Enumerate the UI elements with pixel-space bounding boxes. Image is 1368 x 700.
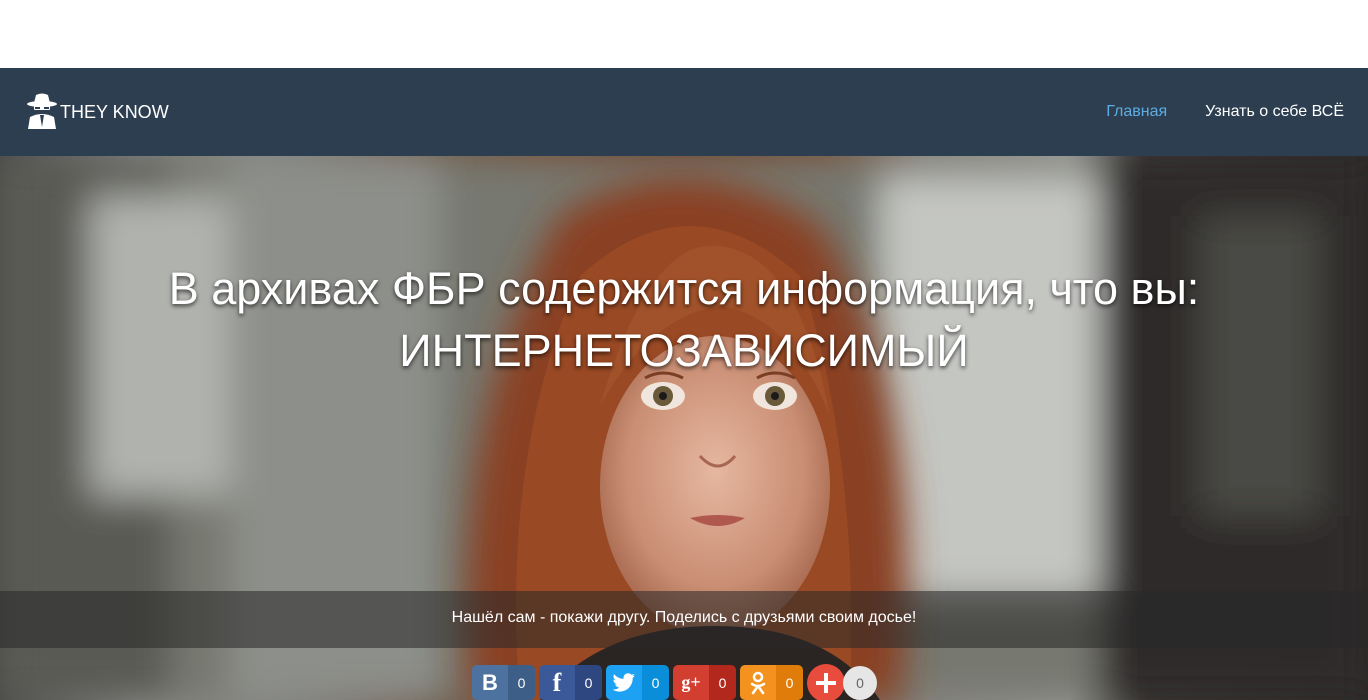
share-count-vkontakte: 0 xyxy=(508,665,535,700)
share-button-facebook[interactable]: f 0 xyxy=(539,665,602,700)
share-count-twitter: 0 xyxy=(642,665,669,700)
hero-section: В архивах ФБР содержится информация, что… xyxy=(0,156,1368,700)
nav-menu: Главная Узнать о себе ВСЁ xyxy=(1068,68,1344,156)
brand-link[interactable]: THEY KNOW xyxy=(26,86,169,138)
share-count-google-plus: 0 xyxy=(709,665,736,700)
share-more-count: 0 xyxy=(843,665,877,700)
share-caption-bar: Нашёл сам - покажи другу. Поделись с дру… xyxy=(0,591,1368,648)
share-button-vkontakte[interactable]: В 0 xyxy=(472,665,535,700)
plus-icon xyxy=(807,663,845,700)
odnoklassniki-icon xyxy=(740,665,776,700)
vk-icon: В xyxy=(472,665,508,700)
facebook-icon: f xyxy=(539,665,575,700)
nav-link-learn-about-yourself[interactable]: Узнать о себе ВСЁ xyxy=(1205,103,1344,121)
hero-headline-verdict: ИНТЕРНЕТОЗАВИСИМЫЙ xyxy=(399,325,969,376)
share-more-button[interactable]: 0 xyxy=(807,663,877,700)
google-plus-icon: g+ xyxy=(673,665,709,700)
share-caption-text: Нашёл сам - покажи другу. Поделись с дру… xyxy=(451,609,917,626)
share-button-google-plus[interactable]: g+ 0 xyxy=(673,665,736,700)
hero-headline-line1: В архивах ФБР содержится информация, что… xyxy=(168,263,1200,314)
share-button-twitter[interactable]: 0 xyxy=(606,665,669,700)
navbar: THEY KNOW Главная Узнать о себе ВСЁ xyxy=(0,68,1368,156)
hero-headline: В архивах ФБР содержится информация, что… xyxy=(0,258,1368,382)
share-count-odnoklassniki: 0 xyxy=(776,665,803,700)
nav-link-home[interactable]: Главная xyxy=(1106,103,1167,121)
top-blank-area xyxy=(0,0,1368,68)
share-button-odnoklassniki[interactable]: 0 xyxy=(740,665,803,700)
twitter-icon xyxy=(606,665,642,700)
share-count-facebook: 0 xyxy=(575,665,602,700)
spy-icon xyxy=(26,93,60,131)
social-share-buttons: В 0 f 0 0 g+ 0 0 0 xyxy=(472,663,877,700)
brand-text: THEY KNOW xyxy=(60,101,169,122)
